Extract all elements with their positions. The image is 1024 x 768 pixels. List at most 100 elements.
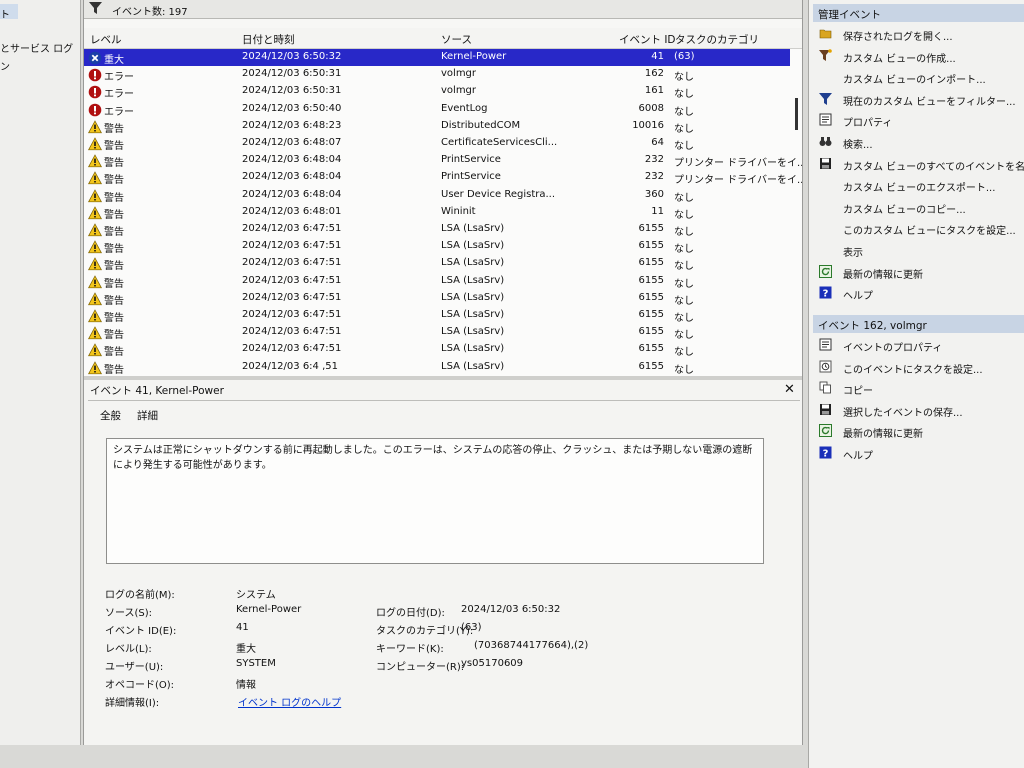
column-header-source[interactable]: ソース <box>441 32 472 47</box>
refresh-icon <box>819 264 832 278</box>
action-label: カスタム ビューの作成... <box>843 53 956 65</box>
row-level: エラー <box>104 89 134 101</box>
table-row[interactable]: 警告 2024/12/03 6:48:04 PrintService 232 プリンター… <box>84 152 802 170</box>
manage-action-4[interactable]: 現在のカスタム ビューをフィルター... <box>813 90 1024 108</box>
field-label-logged: ログの日付(D): <box>376 608 445 619</box>
manage-action-3[interactable]: カスタム ビューのインポート... <box>813 68 1024 86</box>
row-datetime: 2024/12/03 6:48:04 <box>242 171 342 183</box>
selected-event-action-6[interactable]: ? ヘルプ <box>813 444 1024 462</box>
row-source: EventLog <box>441 102 488 114</box>
row-level: 警告 <box>104 175 124 187</box>
table-row[interactable]: エラー 2024/12/03 6:50:31 volmgr 162 なし <box>84 66 790 83</box>
row-source: Wininit <box>441 205 476 217</box>
field-value-opcode: 情報 <box>236 680 256 691</box>
row-datetime: 2024/12/03 6:47:51 <box>242 257 342 269</box>
action-label: イベントのプロパティ <box>843 343 943 354</box>
table-row[interactable]: 警告 2024/12/03 6:48:23 DistributedCOM 10016 な… <box>84 118 790 135</box>
tab-general[interactable]: 全般 <box>100 408 121 423</box>
refresh-icon <box>819 424 832 438</box>
row-task-category: なし <box>674 261 694 273</box>
row-task-category: なし <box>674 123 694 135</box>
table-row[interactable]: 警告 2024/12/03 6:48:04 User Device Registra… <box>84 187 790 204</box>
actions-section-header[interactable]: 管理イベント <box>813 4 1024 22</box>
action-label: 選択したイベントの保存... <box>843 407 963 419</box>
row-datetime: 2024/12/03 6:48:23 <box>242 119 342 131</box>
selected-event-action-4[interactable]: 選択したイベントの保存... <box>813 401 1024 419</box>
selected-event-action-3[interactable]: コピー <box>813 379 1024 397</box>
row-datetime: 2024/12/03 6:48:01 <box>242 205 342 217</box>
field-label-keywords: キーワード(K): <box>376 644 444 655</box>
manage-action-10[interactable]: このカスタム ビューにタスクを設定... <box>813 219 1024 237</box>
manage-action-11[interactable]: 表示 <box>813 241 1024 259</box>
row-level: 警告 <box>104 123 124 135</box>
column-header-event-id[interactable]: イベント ID <box>619 32 676 47</box>
selected-event-action-5[interactable]: 最新の情報に更新 <box>813 422 1024 440</box>
table-row[interactable]: 警告 2024/12/03 6:47:51 LSA (LsaSrv) 6155 なし <box>84 290 790 307</box>
row-level: エラー <box>104 106 134 118</box>
row-task-category: なし <box>674 72 694 84</box>
warning-icon <box>88 120 102 134</box>
table-row[interactable]: 警告 2024/12/03 6:47:51 LSA (LsaSrv) 6155 なし <box>84 238 790 255</box>
table-row[interactable]: 警告 2024/12/03 6:48:07 CertificateServicesC… <box>84 135 790 152</box>
row-task-category: なし <box>674 192 694 204</box>
column-header-datetime[interactable]: 日付と時刻 <box>242 32 295 47</box>
row-source: LSA (LsaSrv) <box>441 291 505 303</box>
table-row[interactable]: 警告 2024/12/03 6:47:51 LSA (LsaSrv) 6155 なし <box>84 255 790 272</box>
manage-action-9[interactable]: カスタム ビューのコピー... <box>813 198 1024 216</box>
table-row[interactable]: エラー 2024/12/03 6:50:31 volmgr 161 なし <box>84 83 790 100</box>
manage-action-12[interactable]: 最新の情報に更新 <box>813 263 1024 281</box>
row-level: 警告 <box>104 158 124 170</box>
manage-action-13[interactable]: ? ヘルプ <box>813 284 1024 302</box>
event-log-help-link[interactable]: イベント ログのヘルプ <box>238 694 341 709</box>
action-label: 表示 <box>843 248 863 259</box>
action-label: カスタム ビューのコピー... <box>843 204 966 216</box>
row-event-id: 11 <box>651 205 664 217</box>
row-level: 警告 <box>104 192 124 204</box>
row-datetime: 2024/12/03 6:47:51 <box>242 223 342 234</box>
manage-action-8[interactable]: カスタム ビューのエクスポート... <box>813 176 1024 194</box>
row-event-id: 161 <box>644 85 664 97</box>
scrollbar-thumb[interactable] <box>795 98 798 130</box>
table-row[interactable]: 警告 2024/12/03 6:48:04 PrintService 232 プリンター… <box>84 169 802 187</box>
table-row[interactable]: 警告 2024/12/03 6:47:51 LSA (LsaSrv) 6155 なし <box>84 307 790 324</box>
table-row-selected[interactable]: 重大 2024/12/03 6:50:32 Kernel-Power 41 (63) <box>84 49 790 66</box>
row-source: LSA (LsaSrv) <box>441 223 505 234</box>
manage-action-1[interactable]: 保存されたログを開く... <box>813 25 1024 43</box>
table-row[interactable]: 警告 2024/12/03 6:4 ,51 LSA (LsaSrv) 6155 なし <box>84 359 790 376</box>
manage-action-2[interactable]: カスタム ビューの作成... <box>813 47 1024 65</box>
row-event-id: 64 <box>651 137 664 148</box>
action-label: カスタム ビューのインポート... <box>843 75 986 87</box>
selected-event-section-header[interactable]: イベント 162, volmgr <box>813 315 1024 333</box>
table-row[interactable]: 警告 2024/12/03 6:48:01 Wininit 11 なし <box>84 204 790 221</box>
row-event-id: 10016 <box>632 119 664 131</box>
column-header-level[interactable]: レベル <box>90 32 122 47</box>
row-task-category: なし <box>674 106 694 118</box>
vertical-scrollbar[interactable] <box>792 73 800 373</box>
manage-action-6[interactable]: 検索... <box>813 133 1024 151</box>
tree-item-current[interactable]: ト <box>0 6 10 21</box>
row-level: 警告 <box>104 141 124 152</box>
field-value-keywords: (70368744177664),(2) <box>474 640 589 651</box>
table-row[interactable]: 警告 2024/12/03 6:47:51 LSA (LsaSrv) 6155 なし <box>84 341 790 358</box>
table-row[interactable]: 警告 2024/12/03 6:47:51 LSA (LsaSrv) 6155 なし <box>84 324 790 341</box>
field-label-event-id: イベント ID(E): <box>105 626 177 637</box>
table-row[interactable]: 警告 2024/12/03 6:47:51 LSA (LsaSrv) 6155 なし <box>84 221 790 238</box>
warning-icon <box>88 137 102 151</box>
field-value-task-category: (63) <box>461 622 482 633</box>
event-grid[interactable]: レベル 日付と時刻 ソース イベント ID タスクのカテゴリ 重大 2024/12… <box>84 28 802 376</box>
field-value-user: SYSTEM <box>236 658 276 669</box>
selected-event-action-1[interactable]: イベントのプロパティ <box>813 336 1024 354</box>
table-row[interactable]: 警告 2024/12/03 6:47:51 LSA (LsaSrv) 6155 なし <box>84 273 790 290</box>
row-datetime: 2024/12/03 6:47:51 <box>242 309 342 320</box>
field-label-log-name: ログの名前(M): <box>105 590 175 601</box>
column-header-task-category[interactable]: タスクのカテゴリ <box>675 32 759 47</box>
tree-item-app-services-log[interactable]: とサービス ログ <box>0 40 73 55</box>
tab-details[interactable]: 詳細 <box>137 408 158 423</box>
manage-action-7[interactable]: カスタム ビューのすべてのイベントを名前を付け <box>813 155 1024 173</box>
tree-item-subscriptions[interactable]: ン <box>0 58 10 73</box>
selected-event-action-2[interactable]: このイベントにタスクを設定... <box>813 358 1024 376</box>
event-description: システムは正常にシャットダウンする前に再起動しました。このエラーは、システムの応… <box>106 438 764 564</box>
close-icon[interactable]: ✕ <box>784 382 795 397</box>
manage-action-5[interactable]: プロパティ <box>813 111 1024 129</box>
table-row[interactable]: エラー 2024/12/03 6:50:40 EventLog 6008 なし <box>84 101 790 118</box>
